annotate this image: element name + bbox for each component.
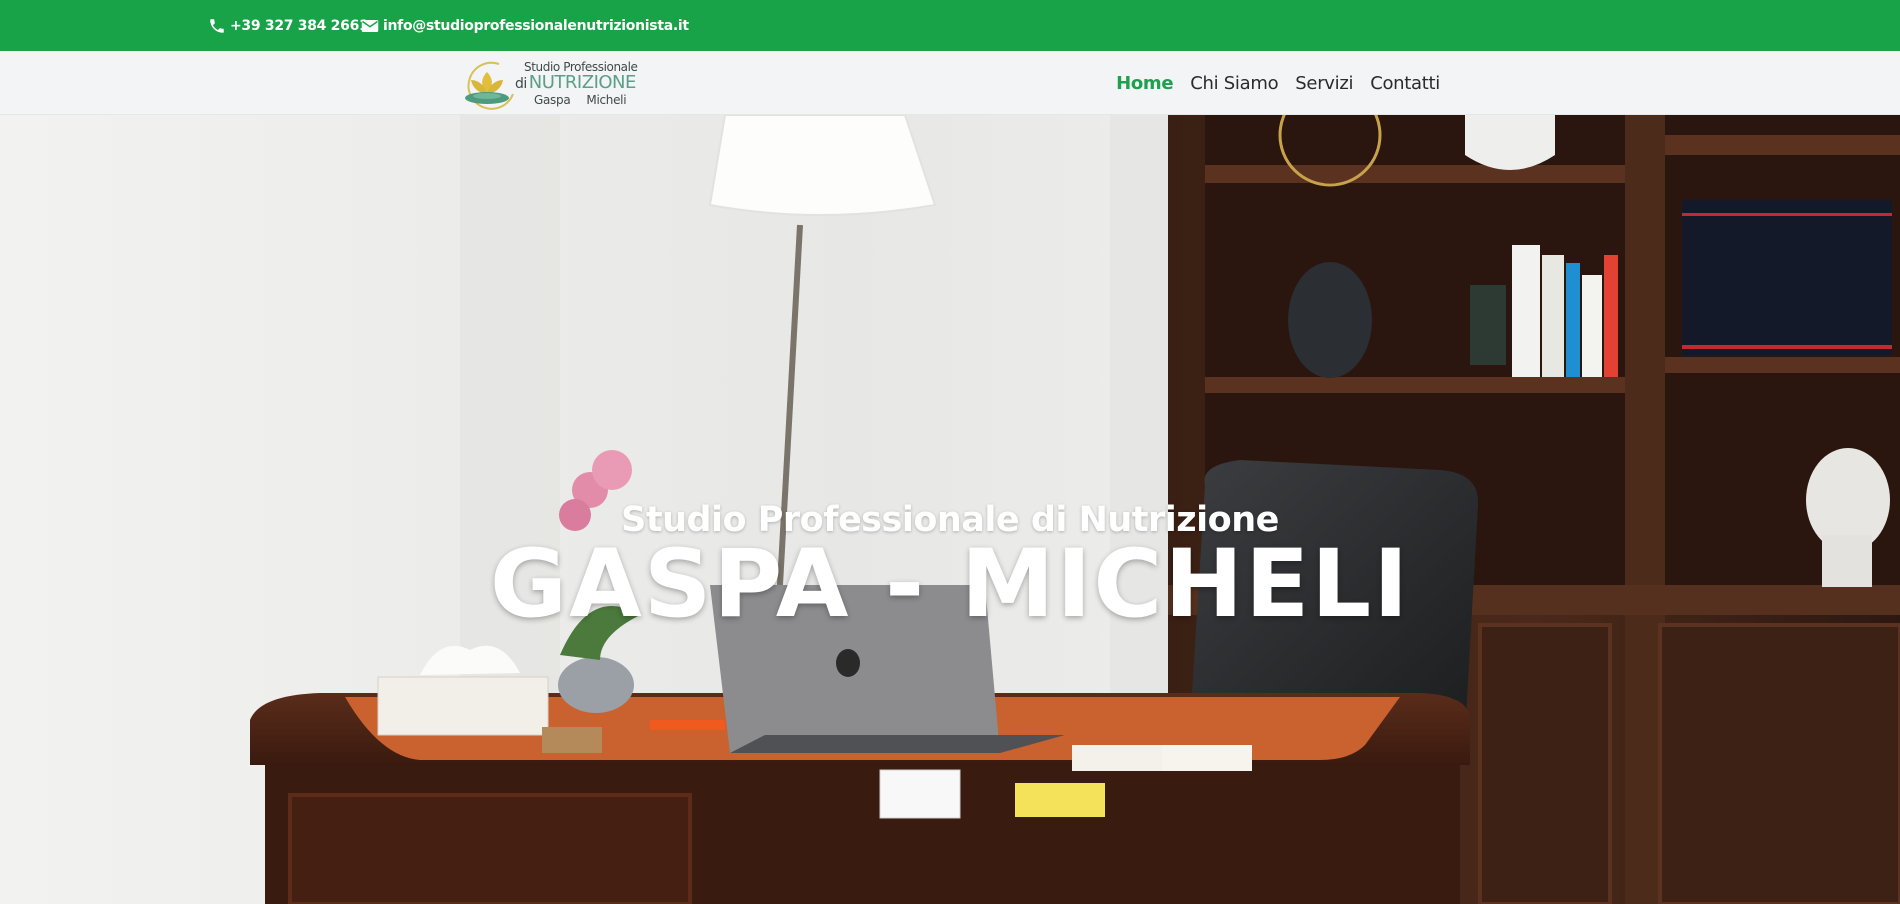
logo-line-2-main: NUTRIZIONE bbox=[528, 72, 637, 93]
email-link[interactable]: info@studioprofessionalenutrizionista.it bbox=[361, 0, 689, 51]
phone-link[interactable]: +39 327 384 2661 bbox=[208, 0, 369, 51]
envelope-icon bbox=[361, 18, 379, 34]
phone-number: +39 327 384 2661 bbox=[230, 17, 369, 34]
logo-line-2: di NUTRIZIONE bbox=[515, 72, 636, 93]
site-logo[interactable]: Studio Professionale di NUTRIZIONE Gaspa M… bbox=[463, 56, 648, 110]
nav-chi-siamo[interactable]: Chi Siamo bbox=[1190, 73, 1278, 94]
site-header: Studio Professionale di NUTRIZIONE Gaspa M… bbox=[0, 51, 1900, 115]
logo-name-b: Micheli bbox=[586, 93, 627, 107]
logo-line-3: Gaspa Micheli bbox=[534, 93, 627, 107]
nav-servizi[interactable]: Servizi bbox=[1295, 73, 1353, 94]
hero-title: GASPA - MICHELI bbox=[489, 530, 1411, 639]
logo-name-a: Gaspa bbox=[534, 93, 571, 107]
nav-contatti[interactable]: Contatti bbox=[1370, 73, 1440, 94]
phone-icon bbox=[208, 17, 226, 35]
hero-section: Studio Professionale di Nutrizione GASPA… bbox=[0, 115, 1900, 904]
logo-line-2-prefix: di bbox=[515, 76, 527, 92]
main-nav: Home Chi Siamo Servizi Contatti bbox=[1116, 51, 1440, 115]
top-contact-bar: +39 327 384 2661 info@studioprofessional… bbox=[0, 0, 1900, 51]
email-address: info@studioprofessionalenutrizionista.it bbox=[383, 17, 689, 34]
nav-home[interactable]: Home bbox=[1116, 73, 1174, 94]
